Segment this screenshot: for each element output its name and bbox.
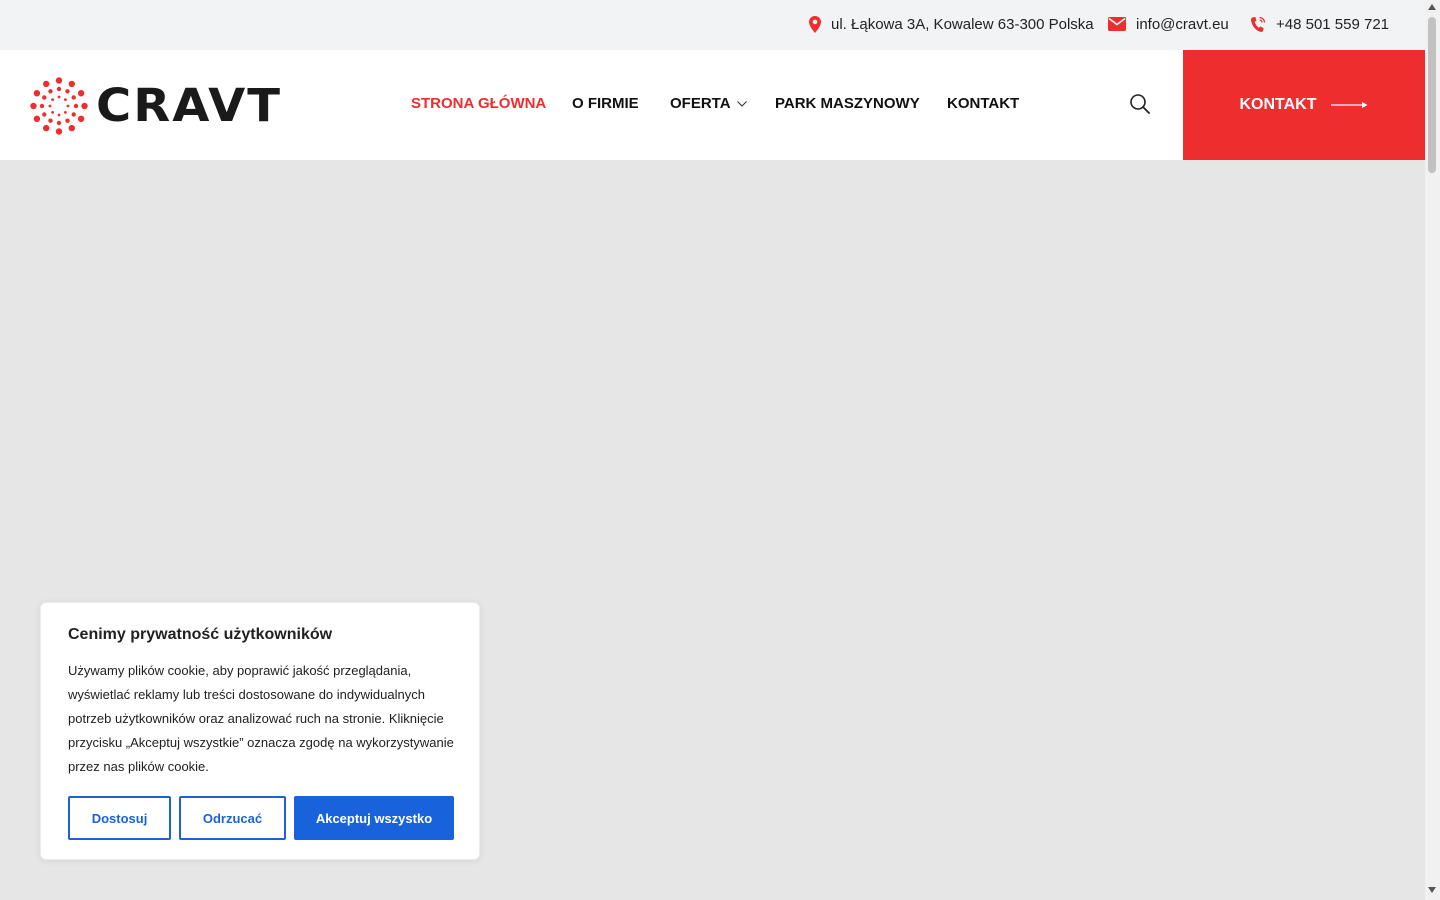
top-info-bar: ul. Łąkowa 3A, Kowalew 63-300 Polska inf…: [0, 0, 1425, 50]
phone-link[interactable]: +48 501 559 721: [1250, 0, 1389, 48]
site-logo[interactable]: CRAVT: [30, 77, 282, 135]
envelope-icon: [1108, 17, 1126, 31]
cookie-consent-banner: Cenimy prywatność użytkowników Używamy p…: [40, 602, 480, 860]
nav-item-home[interactable]: STRONA GŁÓWNA: [411, 95, 546, 112]
nav-item-about[interactable]: O FIRMIE: [572, 95, 639, 112]
phone-icon: [1250, 16, 1266, 32]
address-text: ul. Łąkowa 3A, Kowalew 63-300 Polska: [831, 15, 1094, 33]
address-info: ul. Łąkowa 3A, Kowalew 63-300 Polska: [809, 0, 1094, 48]
arrow-right-icon: [1330, 102, 1368, 108]
cookie-description: Używamy plików cookie, aby poprawić jako…: [68, 663, 454, 774]
search-icon: [1130, 94, 1150, 114]
nav-item-offer[interactable]: OFERTA: [670, 95, 747, 112]
scrollbar-thumb[interactable]: [1428, 17, 1436, 173]
scroll-up-arrow-icon[interactable]: [1428, 4, 1436, 10]
email-link[interactable]: info@cravt.eu: [1108, 0, 1229, 48]
scroll-down-arrow-icon[interactable]: [1428, 887, 1436, 893]
page-scrollbar[interactable]: [1425, 0, 1440, 900]
cookie-title: Cenimy prywatność użytkowników: [68, 626, 333, 643]
logo-text: CRAVT: [96, 79, 282, 133]
search-button[interactable]: [1129, 93, 1151, 115]
contact-cta-label: KONTAKT: [1239, 96, 1317, 113]
chevron-down-icon: [736, 100, 747, 107]
accept-all-button[interactable]: Akceptuj wszystko: [294, 796, 454, 840]
email-text[interactable]: info@cravt.eu: [1136, 16, 1229, 33]
map-pin-icon: [809, 15, 821, 33]
reject-button[interactable]: Odrzucać: [179, 796, 286, 840]
nav-item-contact[interactable]: KONTAKT: [947, 95, 1019, 112]
logo-mark-icon: [30, 77, 88, 135]
customize-button[interactable]: Dostosuj: [68, 796, 171, 840]
phone-text[interactable]: +48 501 559 721: [1276, 16, 1389, 33]
site-header: CRAVT STRONA GŁÓWNA O FIRMIE OFERTA PARK…: [0, 50, 1425, 160]
contact-cta-button[interactable]: KONTAKT: [1183, 50, 1425, 160]
nav-item-machinery[interactable]: PARK MASZYNOWY: [775, 95, 920, 112]
nav-item-offer-label: OFERTA: [670, 95, 731, 112]
